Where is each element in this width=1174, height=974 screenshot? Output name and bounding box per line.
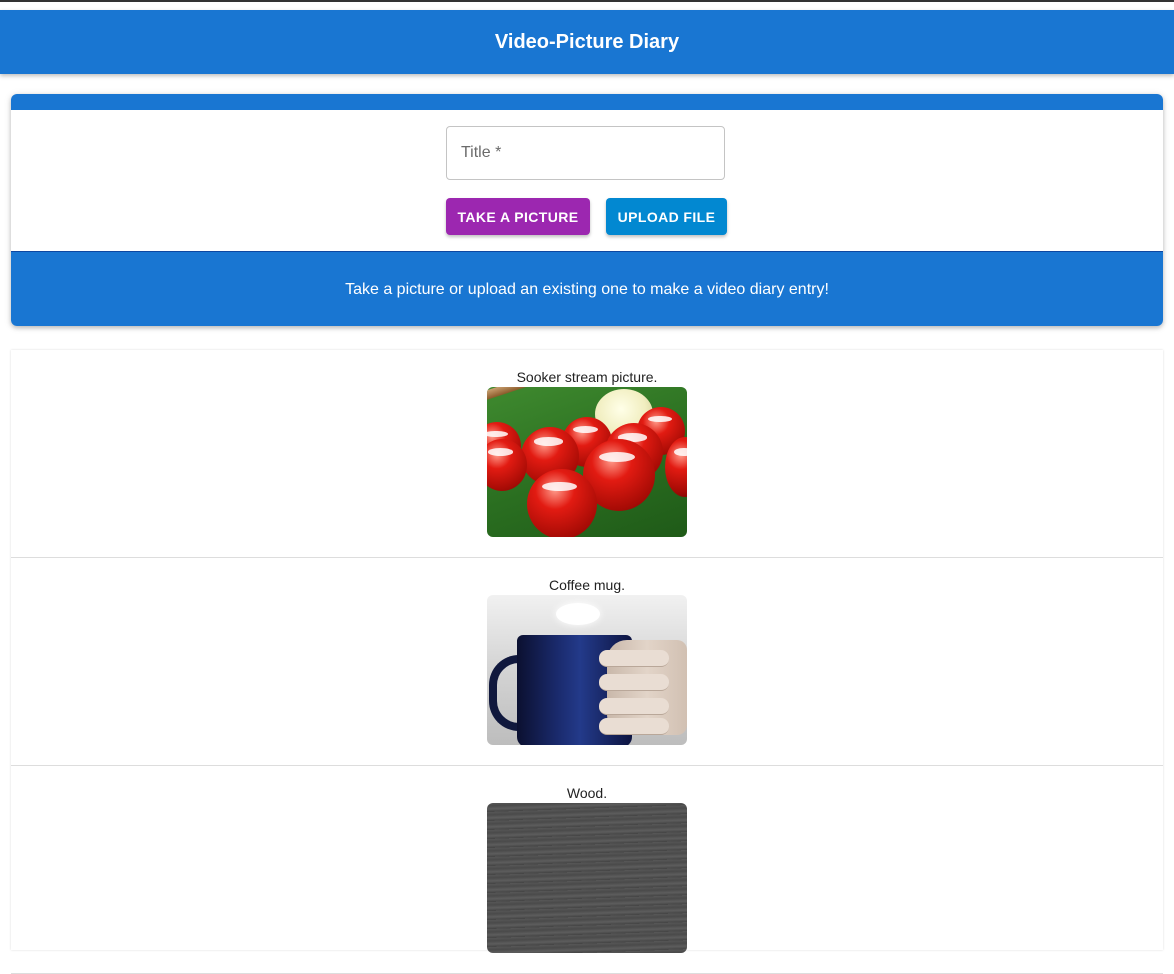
- diary-entries-list: Sooker stream picture. Coffee mug. Wood.: [11, 350, 1163, 974]
- title-field[interactable]: [446, 126, 725, 180]
- take-picture-button[interactable]: Take a picture: [446, 198, 590, 235]
- entry-thumbnail-snooker[interactable]: [487, 387, 687, 537]
- entry-thumbnail-coffee-mug[interactable]: [487, 595, 687, 745]
- hint-text: Take a picture or upload an existing one…: [345, 280, 829, 298]
- title-input[interactable]: [447, 127, 724, 179]
- red-ball: [527, 469, 597, 537]
- hand: [599, 640, 687, 735]
- hint-banner: Take a picture or upload an existing one…: [11, 251, 1163, 326]
- diary-entry[interactable]: Coffee mug.: [11, 558, 1163, 766]
- entry-caption: Wood.: [566, 785, 608, 801]
- diary-entry[interactable]: Sooker stream picture.: [11, 350, 1163, 558]
- diary-entry[interactable]: Wood.: [11, 766, 1163, 974]
- top-border-line: [0, 0, 1174, 2]
- entry-form-card: Take a picture Upload file Take a pictur…: [11, 94, 1163, 326]
- cue-stick: [487, 387, 593, 406]
- entry-caption: Coffee mug.: [548, 577, 625, 593]
- ceiling-lamp: [556, 603, 600, 625]
- app-bar: Video-Picture Diary: [0, 10, 1174, 74]
- app-title: Video-Picture Diary: [494, 30, 680, 53]
- entry-caption: Sooker stream picture.: [516, 369, 658, 385]
- entry-thumbnail-wood[interactable]: [487, 803, 687, 953]
- red-ball: [487, 439, 527, 491]
- card-top-bar: [11, 94, 1163, 110]
- upload-file-button[interactable]: Upload file: [606, 198, 727, 235]
